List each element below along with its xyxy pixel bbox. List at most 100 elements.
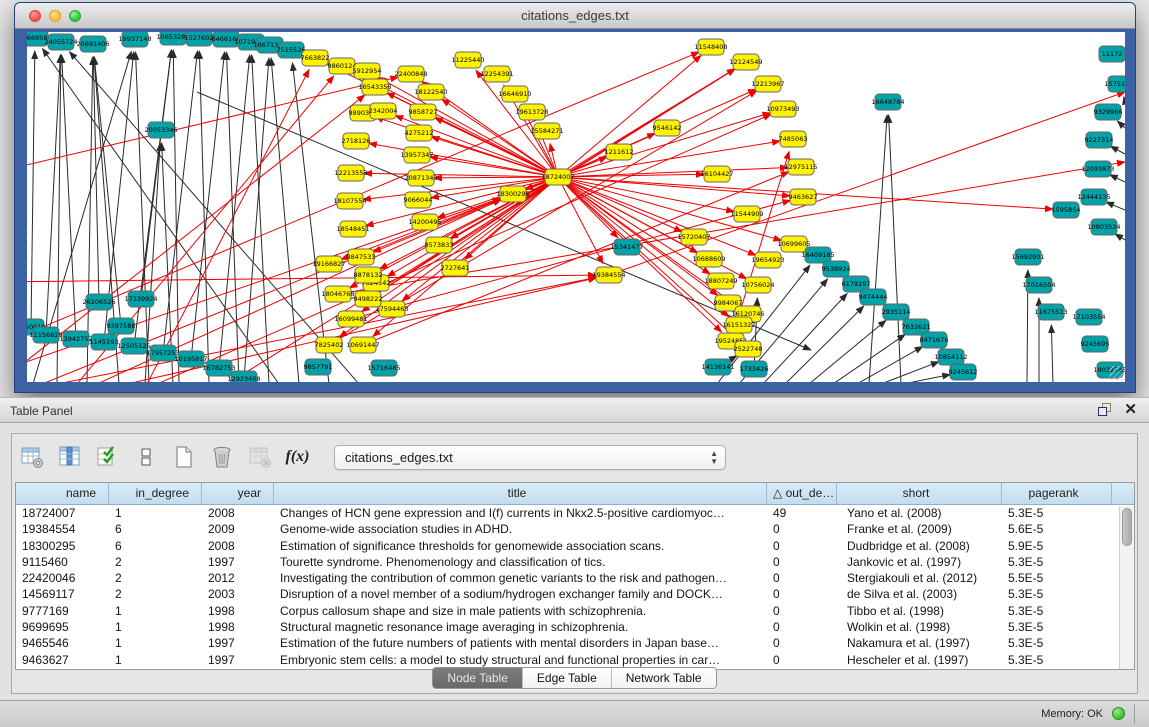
table-cell: 0	[767, 538, 837, 554]
graph-edge	[163, 51, 198, 353]
graph-edge	[809, 320, 886, 382]
table-cell: 1	[109, 603, 202, 619]
column-header-pagerank[interactable]: pagerank	[1002, 483, 1112, 504]
table-cell: 6	[109, 521, 202, 537]
window-titlebar[interactable]: citations_edges.txt	[15, 3, 1135, 29]
table-cell: 9465546	[16, 635, 109, 651]
graph-node-label: 11544909	[730, 210, 763, 218]
graph-node-label: 9245612	[949, 368, 978, 376]
table-cell: 5.3E-5	[1002, 586, 1112, 602]
graph-node-label: 16646910	[498, 90, 531, 98]
table-cell: 14569117	[16, 586, 109, 602]
graph-node-label: 26206526	[82, 298, 115, 306]
column-header-title[interactable]: title	[274, 483, 767, 504]
table-row[interactable]: 1938455462009Genome-wide association stu…	[16, 521, 1134, 537]
function-builder-label: f(x)	[286, 448, 310, 466]
float-panel-icon[interactable]	[1098, 403, 1112, 417]
column-header-in_degree[interactable]: in_degree	[109, 483, 202, 504]
memory-status-label: Memory: OK	[1041, 708, 1103, 720]
table-panel: Table Panel ✕	[0, 397, 1149, 700]
table-cell: 0	[767, 521, 837, 537]
graph-node-label: 18548451	[336, 225, 369, 233]
graph-node-label: 24055724	[44, 38, 77, 46]
scrollbar-thumb[interactable]	[1122, 508, 1132, 546]
column-header-name[interactable]: name	[16, 483, 109, 504]
table-cell: 1998	[202, 603, 274, 619]
table-row[interactable]: 977716911998Corpus callosum shape and si…	[16, 603, 1134, 619]
graph-node-label: 7485063	[779, 135, 808, 143]
table-row[interactable]: 1456911722003Disruption of a novel membe…	[16, 586, 1134, 602]
graph-node-label: 12923468	[227, 375, 260, 382]
table-cell: 2	[109, 554, 202, 570]
table-cell: 0	[767, 570, 837, 586]
resize-grip[interactable]	[1109, 366, 1123, 380]
table-cell: 5.3E-5	[1002, 554, 1112, 570]
tab-network-table[interactable]: Network Table	[612, 668, 716, 688]
graph-node-label: 17103554	[1072, 313, 1105, 321]
table-select[interactable]: citations_edges.txt ▲▼	[334, 445, 726, 470]
graph-edge	[244, 58, 269, 379]
new-column-button[interactable]	[170, 444, 197, 471]
table-header-row: namein_degreeyeartitle△ out_de…shortpage…	[16, 483, 1134, 505]
show-columns-button[interactable]	[56, 444, 83, 471]
graph-edge	[609, 92, 1125, 275]
graph-node-label: 2522748	[734, 345, 763, 353]
zoom-window-button[interactable]	[69, 10, 81, 22]
table-row[interactable]: 946554611997Estimation of the future num…	[16, 635, 1134, 651]
table-row[interactable]: 969969511998Structural magnetic resonanc…	[16, 619, 1134, 635]
graph-node-label: 13942757	[59, 335, 92, 343]
table-panel-title: Table Panel	[0, 398, 1149, 424]
select-rows-button[interactable]	[94, 444, 121, 471]
graph-node-label: 12213967	[751, 80, 784, 88]
graph-node-label: 18122540	[414, 88, 447, 96]
table-cell: Corpus callosum shape and size in male p…	[274, 603, 767, 619]
graph-node-label: 10854112	[934, 353, 967, 361]
close-window-button[interactable]	[29, 10, 41, 22]
graph-node-label: 19384554	[592, 271, 625, 279]
table-cell: 19384554	[16, 521, 109, 537]
table-row[interactable]: 911546021997Tourette syndrome. Phenomeno…	[16, 554, 1134, 570]
table-panel-body: f(x) citations_edges.txt ▲▼ namein_degre…	[11, 433, 1138, 694]
table-mode-button[interactable]	[18, 444, 45, 471]
table-body: 1872400712008Changes of HCN gene express…	[16, 505, 1134, 668]
graph-edge	[558, 177, 756, 255]
table-row[interactable]: 2242004622012Investigating the contribut…	[16, 570, 1134, 586]
graph-node-label: 18107554	[333, 197, 366, 205]
graph-node-label: 1733426	[740, 365, 769, 373]
table-cell: Jankovic et al. (1997)	[837, 554, 1002, 570]
column-header-short[interactable]: short	[837, 483, 1002, 504]
graph-node-label: 2727641	[441, 264, 470, 272]
table-cell: 2012	[202, 570, 274, 586]
table-row[interactable]: 1830029562008Estimation of significance …	[16, 538, 1134, 554]
graph-edge	[857, 346, 923, 382]
table-cell: 2003	[202, 586, 274, 602]
delete-table-button[interactable]	[246, 444, 273, 471]
column-header-year[interactable]: year	[202, 483, 274, 504]
function-builder-button[interactable]: f(x)	[284, 444, 311, 471]
row-height-button[interactable]	[132, 444, 159, 471]
table-row[interactable]: 946362711997Embryonic stem cells: a mode…	[16, 652, 1134, 668]
graph-node-label: 9847533	[347, 253, 376, 261]
graph-node-label: 11172	[1102, 50, 1123, 58]
table-row[interactable]: 1872400712008Changes of HCN gene express…	[16, 505, 1134, 521]
network-canvas[interactable]: 1669582405572420691406199371481065328715…	[27, 32, 1125, 382]
table-cell: Investigating the contribution of common…	[274, 570, 767, 586]
graph-edge	[1106, 202, 1125, 210]
graph-node-label: 10691447	[346, 341, 379, 349]
delete-column-button[interactable]	[208, 444, 235, 471]
tab-edge-table[interactable]: Edge Table	[523, 668, 612, 688]
window-title: citations_edges.txt	[15, 3, 1135, 29]
minimize-window-button[interactable]	[49, 10, 61, 22]
close-panel-icon[interactable]: ✕	[1124, 403, 1137, 417]
graph-node-label: 2935114	[882, 308, 911, 316]
graph-node-label: 12093873	[1081, 165, 1114, 173]
vertical-scrollbar[interactable]	[1119, 506, 1134, 669]
graph-node-label: 9498222	[354, 295, 383, 303]
graph-node-label: 9066044	[404, 196, 433, 204]
tab-node-table[interactable]: Node Table	[433, 668, 523, 688]
table-cell: Wolkin et al. (1998)	[837, 619, 1002, 635]
table-toolbar: f(x) citations_edges.txt ▲▼	[18, 439, 726, 475]
table-cell: 5.3E-5	[1002, 619, 1112, 635]
graph-node-label: 11548408	[694, 43, 727, 51]
column-header-out_de[interactable]: △ out_de…	[767, 483, 837, 504]
